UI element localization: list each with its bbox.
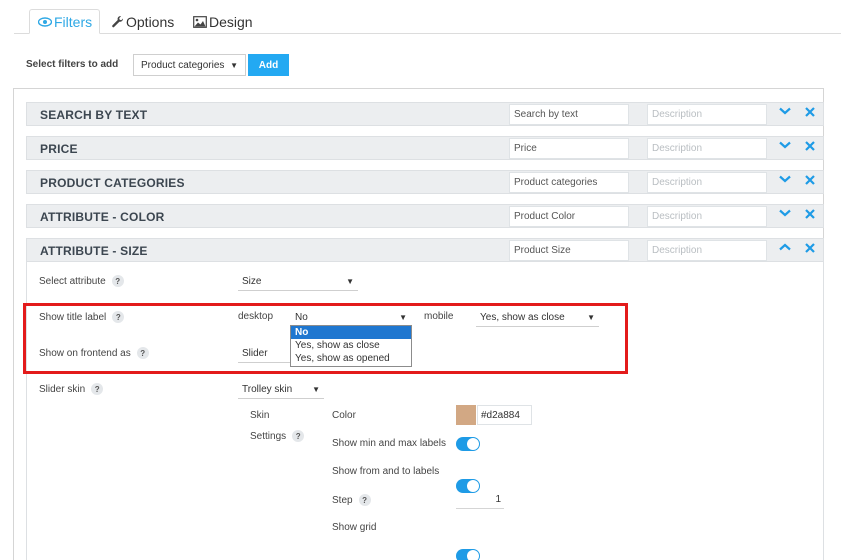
tab-options[interactable]: Options	[111, 9, 174, 34]
filter-name: SEARCH BY TEXT	[40, 108, 148, 122]
show-grid-toggle[interactable]	[456, 549, 480, 560]
filter-description-input[interactable]: Description	[647, 240, 767, 261]
filter-row-attribute-size: ATTRIBUTE - SIZE Product Size Descriptio…	[26, 238, 824, 262]
toggle-knob	[467, 550, 479, 560]
skin-settings-group: Settings ?	[250, 430, 305, 442]
tab-filters-label: Filters	[54, 13, 93, 30]
color-label: Color	[332, 410, 356, 421]
caret-down-icon: ▼	[230, 60, 238, 70]
help-icon[interactable]: ?	[292, 430, 305, 442]
filter-row-search-by-text: SEARCH BY TEXT Search by text Descriptio…	[26, 102, 824, 126]
step-label: Step	[332, 494, 353, 506]
show-min-max-toggle[interactable]	[456, 437, 480, 451]
step-setting: Step ?	[332, 494, 371, 506]
select-attribute-setting: Select attribute ?	[39, 275, 124, 287]
select-filters-label: Select filters to add	[26, 59, 119, 70]
slider-skin-label: Slider skin	[39, 383, 86, 395]
chevron-down-icon[interactable]	[779, 209, 791, 217]
show-min-max-label: Show min and max labels	[332, 438, 446, 449]
color-swatch[interactable]	[456, 405, 476, 425]
add-filter-button[interactable]: Add	[248, 54, 289, 76]
color-input[interactable]: #d2a884	[477, 405, 532, 425]
filter-title-input[interactable]: Product Size	[509, 240, 629, 261]
filter-row-product-categories: PRODUCT CATEGORIES Product categories De…	[26, 170, 824, 194]
filter-description-input[interactable]: Description	[647, 206, 767, 227]
filter-name: ATTRIBUTE - COLOR	[40, 210, 165, 224]
filter-description-input[interactable]: Description	[647, 138, 767, 159]
close-icon[interactable]	[805, 243, 815, 253]
skin-settings-label-line2: Settings	[250, 430, 287, 442]
help-icon[interactable]: ?	[91, 383, 104, 395]
tab-design-label: Design	[209, 13, 253, 30]
step-input[interactable]: 1	[456, 491, 504, 509]
chevron-down-icon[interactable]	[779, 141, 791, 149]
chevron-up-icon[interactable]	[779, 243, 791, 251]
filter-title-input[interactable]: Price	[509, 138, 629, 159]
slider-skin-value: Trolley skin	[242, 384, 293, 395]
skin-settings-label-line1: Skin	[250, 410, 270, 421]
image-icon	[193, 15, 207, 28]
filter-title-input[interactable]: Search by text	[509, 104, 629, 125]
tab-options-label: Options	[126, 13, 175, 30]
filter-name: PRODUCT CATEGORIES	[40, 176, 185, 190]
filter-type-select[interactable]: Product categories ▼	[133, 54, 246, 76]
eye-icon	[38, 16, 52, 27]
filter-description-input[interactable]: Description	[647, 104, 767, 125]
tab-filters[interactable]: Filters	[29, 9, 100, 34]
slider-skin-setting: Slider skin ?	[39, 383, 104, 395]
caret-down-icon: ▼	[346, 277, 354, 286]
attribute-select-value: Size	[242, 276, 262, 287]
close-icon[interactable]	[805, 107, 815, 117]
dropdown-option[interactable]: Yes, show as close	[291, 339, 411, 352]
desktop-title-dropdown[interactable]: No Yes, show as close Yes, show as opene…	[290, 325, 412, 367]
close-icon[interactable]	[805, 209, 815, 219]
toggle-knob	[467, 438, 479, 450]
filter-name: ATTRIBUTE - SIZE	[40, 244, 148, 258]
wrench-icon	[111, 15, 124, 28]
filter-row-price: PRICE Price Description	[26, 136, 824, 160]
select-attribute-label: Select attribute	[39, 275, 106, 287]
filter-title-input[interactable]: Product Color	[509, 206, 629, 227]
show-from-to-label: Show from and to labels	[332, 466, 440, 477]
slider-skin-select[interactable]: Trolley skin ▼	[238, 381, 324, 399]
attribute-select[interactable]: Size ▼	[238, 273, 358, 291]
show-grid-label: Show grid	[332, 522, 377, 533]
tab-design[interactable]: Design	[193, 9, 253, 34]
close-icon[interactable]	[805, 141, 815, 151]
filter-title-input[interactable]: Product categories	[509, 172, 629, 193]
chevron-down-icon[interactable]	[779, 107, 791, 115]
dropdown-option[interactable]: No	[291, 326, 411, 339]
chevron-down-icon[interactable]	[779, 175, 791, 183]
filter-type-value: Product categories	[141, 59, 225, 71]
filter-row-attribute-color: ATTRIBUTE - COLOR Product Color Descript…	[26, 204, 824, 228]
close-icon[interactable]	[805, 175, 815, 185]
filter-name: PRICE	[40, 142, 78, 156]
caret-down-icon: ▼	[312, 385, 320, 394]
filter-description-input[interactable]: Description	[647, 172, 767, 193]
help-icon[interactable]: ?	[111, 275, 124, 287]
dropdown-option[interactable]: Yes, show as opened	[291, 352, 411, 365]
help-icon[interactable]: ?	[358, 494, 371, 506]
